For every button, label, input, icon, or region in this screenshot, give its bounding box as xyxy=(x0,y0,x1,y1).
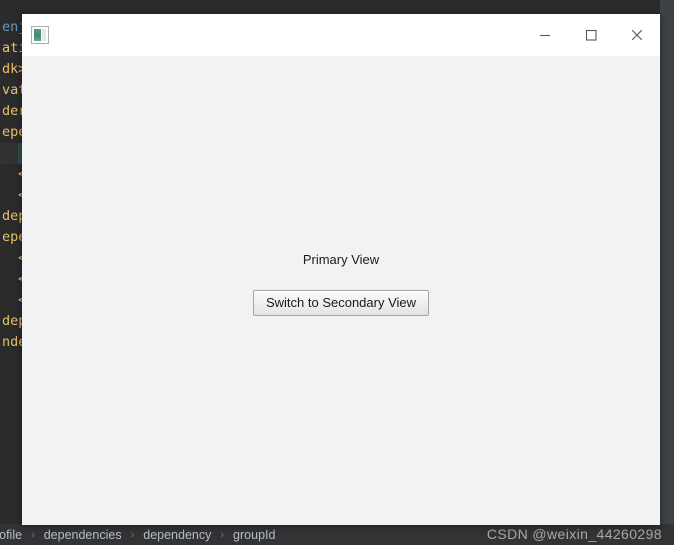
switch-to-secondary-view-button[interactable]: Switch to Secondary View xyxy=(252,290,430,316)
breadcrumb-separator-icon: › xyxy=(220,528,225,541)
editor-right-gutter xyxy=(660,0,674,545)
maximize-button[interactable] xyxy=(568,14,614,56)
app-icon-panel-left xyxy=(34,29,41,41)
window-content-area: Primary View Switch to Secondary View xyxy=(22,56,660,525)
breadcrumb-separator-icon: › xyxy=(130,528,135,541)
breadcrumb-item-dependency[interactable]: dependency xyxy=(141,528,213,542)
minimize-button[interactable] xyxy=(522,14,568,56)
breadcrumb-separator-icon: › xyxy=(31,528,35,541)
app-icon-panel-right xyxy=(41,29,46,41)
breadcrumb-item-profile[interactable]: profile xyxy=(0,528,24,542)
app-window-icon xyxy=(31,26,49,44)
primary-view-panel: Primary View Switch to Secondary View xyxy=(22,252,660,316)
close-button[interactable] xyxy=(614,14,660,56)
breadcrumb-item-groupid[interactable]: groupId xyxy=(231,528,277,542)
breadcrumb: profile › dependencies › dependency › groupId xyxy=(0,524,674,545)
window-titlebar[interactable] xyxy=(22,14,660,56)
breadcrumb-item-dependencies[interactable]: dependencies xyxy=(42,528,124,542)
application-window: Primary View Switch to Secondary View xyxy=(22,14,660,525)
window-controls xyxy=(522,14,660,56)
view-title-label: Primary View xyxy=(302,252,380,267)
